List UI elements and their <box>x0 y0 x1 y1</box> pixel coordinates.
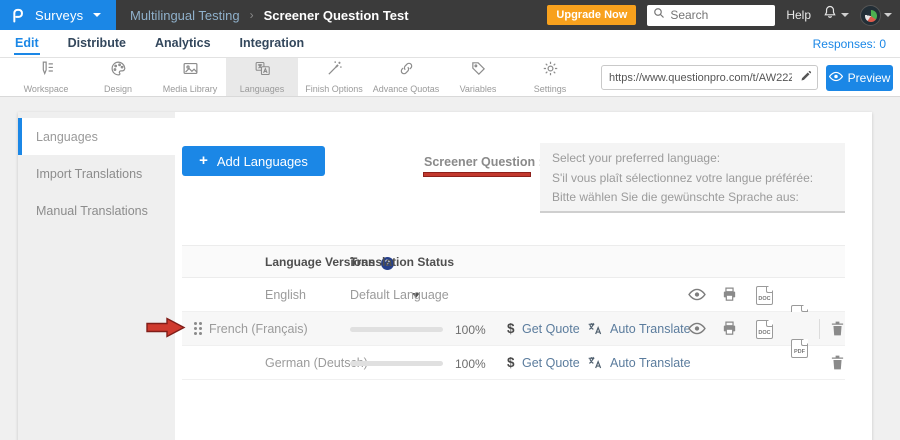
drag-handle[interactable] <box>194 322 202 335</box>
auto-translate-link[interactable]: Auto Translate <box>610 322 691 336</box>
table-row-french: French (Français) 100% $ Get Quote Auto … <box>182 312 845 346</box>
languages-sidebar: Languages Import Translations Manual Tra… <box>18 112 175 440</box>
edit-toolbar: Workspace Design Media Library Languages… <box>0 58 900 97</box>
nav-tab-edit[interactable]: Edit <box>14 32 40 55</box>
language-versions-table: Language Versions? Translation Status En… <box>182 245 845 380</box>
column-translation-status: Translation Status <box>350 255 454 269</box>
auto-translate-link[interactable]: Auto Translate <box>610 356 691 370</box>
toolbar-item-workspace[interactable]: Workspace <box>10 58 82 96</box>
surveys-product-menu[interactable]: Surveys <box>0 0 116 30</box>
toolbar-item-variables[interactable]: Variables <box>442 58 514 96</box>
chevron-down-icon <box>841 13 849 17</box>
progress-percent: 100% <box>455 323 486 337</box>
upgrade-now-button[interactable]: Upgrade Now <box>547 5 636 25</box>
dollar-icon[interactable]: $ <box>507 355 515 370</box>
toolbar-item-languages[interactable]: Languages <box>226 58 298 96</box>
search-input[interactable] <box>670 8 769 22</box>
dollar-icon[interactable]: $ <box>507 321 515 336</box>
table-header-row: Language Versions? Translation Status <box>182 245 845 278</box>
translate-icon[interactable] <box>587 355 603 374</box>
toolbar-item-advance-quotas[interactable]: Advance Quotas <box>370 58 442 96</box>
chevron-down-icon <box>884 13 892 17</box>
get-quote-link[interactable]: Get Quote <box>522 322 580 336</box>
preview-button[interactable]: Preview <box>826 65 893 91</box>
advance-quotas-icon <box>398 60 415 82</box>
red-arrow-annotation <box>146 317 186 343</box>
help-link[interactable]: Help <box>786 8 811 22</box>
settings-icon <box>542 60 559 82</box>
toolbar-item-design[interactable]: Design <box>82 58 154 96</box>
workspace-icon <box>38 60 55 82</box>
default-language-label: Default Language <box>350 288 449 302</box>
eye-icon[interactable] <box>688 288 706 304</box>
toolbar-item-settings[interactable]: Settings <box>514 58 586 96</box>
screener-line-german: Bitte wählen Sie die gewünschte Sprache … <box>552 188 833 208</box>
red-underline-annotation <box>423 172 531 177</box>
languages-icon <box>254 60 271 82</box>
language-select-value[interactable]: English <box>265 288 306 302</box>
nav-tab-distribute[interactable]: Distribute <box>67 32 127 55</box>
avatar <box>860 5 881 26</box>
print-icon[interactable] <box>721 320 738 340</box>
screener-question-label: Screener Question : <box>424 155 543 169</box>
divider <box>819 319 820 339</box>
translate-icon[interactable] <box>587 321 603 340</box>
eye-icon[interactable] <box>688 322 706 338</box>
screener-line-english: Select your preferred language: <box>552 149 833 169</box>
top-bar: Surveys Multilingual Testing › Screener … <box>0 0 900 30</box>
breadcrumb: Multilingual Testing › Screener Question… <box>130 8 409 23</box>
breadcrumb-page-name: Screener Question Test <box>264 8 409 23</box>
screener-line-french: S'il vous plaît sélectionnez votre langu… <box>552 169 833 189</box>
notifications-menu[interactable] <box>822 4 849 26</box>
table-row-english: English Default Language DOC PDF <box>182 278 845 312</box>
table-row-german: German (Deutsch) 100% $ Get Quote Auto T… <box>182 346 845 380</box>
global-search <box>647 5 775 26</box>
plus-icon: + <box>199 152 208 169</box>
print-icon[interactable] <box>721 286 738 306</box>
breadcrumb-separator: › <box>250 8 254 22</box>
translation-progress-bar <box>350 327 443 332</box>
design-icon <box>110 60 127 82</box>
pencil-icon <box>800 69 812 87</box>
account-menu[interactable] <box>860 5 892 26</box>
breadcrumb-survey-name[interactable]: Multilingual Testing <box>130 8 240 23</box>
bell-icon <box>822 4 838 26</box>
nav-tab-integration[interactable]: Integration <box>239 32 306 55</box>
toolbar-item-finish-options[interactable]: Finish Options <box>298 58 370 96</box>
responses-count-link[interactable]: Responses: 0 <box>813 37 886 51</box>
survey-url-field <box>601 65 818 90</box>
progress-percent: 100% <box>455 357 486 371</box>
language-name: French (Français) <box>209 322 308 336</box>
survey-url-input[interactable] <box>602 72 794 84</box>
export-doc-icon[interactable]: DOC <box>756 286 773 305</box>
search-icon <box>653 6 665 24</box>
content-card: Languages Import Translations Manual Tra… <box>18 112 872 440</box>
eye-icon <box>829 71 843 85</box>
languages-page: Languages Import Translations Manual Tra… <box>0 97 900 439</box>
questionpro-logo-icon <box>10 7 26 24</box>
edit-url-button[interactable] <box>794 66 817 89</box>
media-library-icon <box>182 60 199 82</box>
chevron-down-icon <box>93 13 101 17</box>
languages-main-panel: + Add Languages Screener Question : Sele… <box>175 112 872 440</box>
screener-question-preview: Select your preferred language: S'il vou… <box>540 143 845 213</box>
product-menu-label: Surveys <box>35 8 83 23</box>
finish-options-icon <box>326 60 343 82</box>
translation-progress-bar <box>350 361 443 366</box>
trash-icon[interactable] <box>830 354 845 374</box>
add-languages-button[interactable]: + Add Languages <box>182 146 325 176</box>
get-quote-link[interactable]: Get Quote <box>522 356 580 370</box>
nav-tab-analytics[interactable]: Analytics <box>154 32 212 55</box>
toolbar-item-media-library[interactable]: Media Library <box>154 58 226 96</box>
trash-icon[interactable] <box>830 320 845 340</box>
export-doc-icon[interactable]: DOC <box>756 320 773 339</box>
variables-icon <box>470 60 487 82</box>
sidebar-item-languages[interactable]: Languages <box>18 118 175 155</box>
survey-nav-bar: Edit Distribute Analytics Integration Re… <box>0 30 900 58</box>
sidebar-item-import-translations[interactable]: Import Translations <box>18 155 175 192</box>
sidebar-item-manual-translations[interactable]: Manual Translations <box>18 192 175 229</box>
